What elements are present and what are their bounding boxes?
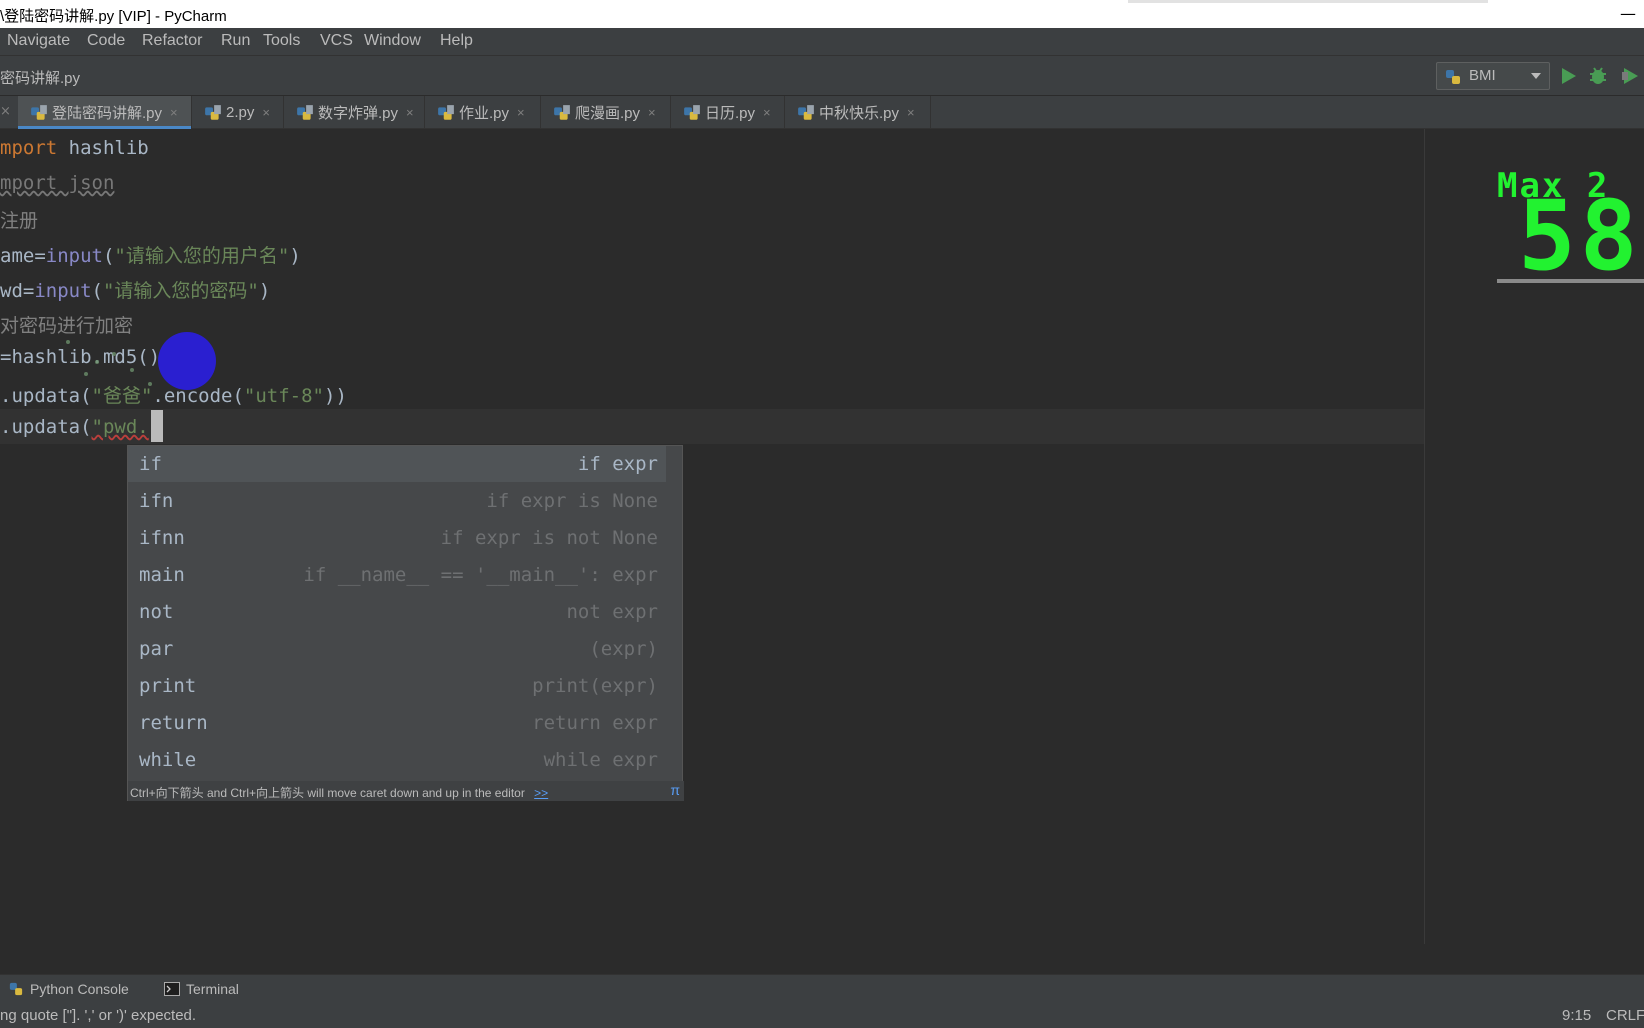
tab-日历[interactable]: 日历.py ×	[671, 96, 785, 129]
title-shadow	[1128, 0, 1488, 3]
tab-2[interactable]: 2.py ×	[192, 96, 284, 129]
tool-window-bar: Python Console Terminal	[0, 974, 1644, 1004]
code-line-7[interactable]: =hashlib.md5()	[0, 346, 160, 368]
tab-中秋快乐[interactable]: 中秋快乐.py ×	[785, 96, 931, 129]
tab-label: 作业.py	[459, 105, 510, 122]
tab-作业[interactable]: 作业.py ×	[425, 96, 541, 129]
code-line-5[interactable]: wd=input("请输入您的密码")	[0, 276, 270, 303]
run-icon[interactable]	[1558, 66, 1578, 86]
completion-item-not[interactable]: not not expr	[128, 594, 666, 630]
completion-item-return[interactable]: return return expr	[128, 705, 666, 741]
terminal-button[interactable]: Terminal	[164, 981, 239, 997]
python-file-icon	[31, 104, 47, 120]
text-caret	[151, 410, 163, 442]
completion-item-ifnn[interactable]: ifnn if expr is not None	[128, 520, 666, 556]
python-file-icon	[1446, 70, 1460, 84]
click-sparkle	[148, 382, 152, 386]
click-sparkle	[112, 352, 116, 356]
code-line-2[interactable]: mport json	[0, 172, 114, 194]
tab-数字炸弹[interactable]: 数字炸弹.py ×	[284, 96, 425, 129]
click-sparkle	[95, 360, 99, 364]
completion-item-par[interactable]: par (expr)	[128, 631, 666, 667]
editor-tab-bar: × 登陆密码讲解.py × 2.py × 数字炸弹.py × 作业.py × 爬…	[0, 96, 1644, 129]
menu-bar: Navigate Code Refactor Run Tools VCS Win…	[0, 28, 1644, 56]
menu-navigate[interactable]: Navigate	[7, 32, 70, 50]
python-file-icon	[798, 104, 814, 120]
tab-close-icon[interactable]: ×	[0, 104, 11, 119]
terminal-icon	[164, 982, 180, 996]
right-margin-guide	[1424, 129, 1425, 944]
debug-icon[interactable]	[1588, 66, 1608, 86]
pi-icon[interactable]: π	[670, 782, 680, 798]
code-line-1[interactable]: mport hashlib	[0, 137, 149, 159]
click-sparkle	[84, 372, 88, 376]
python-file-icon	[554, 104, 570, 120]
python-file-icon	[438, 104, 454, 120]
click-sparkle	[130, 368, 134, 372]
completion-hint-text: Ctrl+向下箭头 and Ctrl+向上箭头 will move caret …	[130, 786, 525, 800]
tab-爬漫画[interactable]: 爬漫画.py ×	[541, 96, 671, 129]
close-icon[interactable]: ×	[406, 105, 414, 120]
python-file-icon	[205, 104, 221, 120]
completion-item-main[interactable]: main if __name__ == '__main__': expr	[128, 557, 666, 593]
completion-hint: Ctrl+向下箭头 and Ctrl+向上箭头 will move caret …	[128, 781, 684, 801]
python-file-icon	[684, 104, 700, 120]
click-sparkle	[66, 340, 70, 344]
completion-item-if[interactable]: if if expr	[128, 446, 666, 482]
breadcrumb[interactable]: 密码讲解.py	[0, 67, 80, 88]
navigation-bar: 密码讲解.py BMI	[0, 56, 1644, 96]
tab-label: 登陆密码讲解.py	[52, 105, 163, 122]
close-icon[interactable]: ×	[170, 105, 178, 120]
close-icon[interactable]: ×	[262, 105, 270, 120]
run-config-selector[interactable]: BMI	[1436, 62, 1550, 90]
title-bar: \登陆密码讲解.py [VIP] - PyCharm —	[0, 0, 1644, 28]
window-title: \登陆密码讲解.py [VIP] - PyCharm	[0, 8, 227, 25]
mouse-cursor-highlight	[158, 332, 216, 390]
python-console-button[interactable]: Python Console	[8, 981, 129, 997]
code-line-6[interactable]: 对密码进行加密	[0, 311, 133, 338]
code-line-4[interactable]: ame=input("请输入您的用户名")	[0, 241, 301, 268]
overlay-score: 58	[1518, 180, 1642, 292]
caret-position[interactable]: 9:15	[1562, 1007, 1591, 1024]
tab-label: 日历.py	[705, 105, 756, 122]
overlay-underline	[1497, 279, 1644, 283]
caret-row-highlight	[0, 409, 1424, 444]
close-icon[interactable]: ×	[648, 105, 656, 120]
completion-item-print[interactable]: print print(expr)	[128, 668, 666, 704]
tab-label: 数字炸弹.py	[318, 105, 399, 122]
menu-code[interactable]: Code	[87, 32, 125, 50]
menu-vcs[interactable]: VCS	[320, 32, 353, 50]
tab-label: 中秋快乐.py	[819, 105, 900, 122]
menu-run[interactable]: Run	[221, 32, 250, 50]
code-line-9[interactable]: .updata("pwd.	[0, 416, 149, 438]
postfix-completion-popup: if if expr ifn if expr is None ifnn if expr…	[127, 445, 684, 801]
code-line-3[interactable]: 注册	[0, 206, 38, 233]
tab-登陆密码讲解[interactable]: 登陆密码讲解.py ×	[18, 96, 192, 129]
python-console-icon	[9, 982, 23, 996]
tab-label: 2.py	[226, 104, 255, 121]
menu-refactor[interactable]: Refactor	[142, 32, 202, 50]
status-bar: ng quote ["]. ',' or ')' expected. 9:15 …	[0, 1004, 1644, 1028]
minimize-button[interactable]: —	[1612, 4, 1644, 24]
menu-window[interactable]: Window	[364, 32, 421, 50]
menu-tools[interactable]: Tools	[263, 32, 300, 50]
line-ending[interactable]: CRLF	[1606, 1007, 1644, 1024]
menu-help[interactable]: Help	[440, 32, 473, 50]
python-file-icon	[297, 104, 313, 120]
chevron-down-icon	[1531, 73, 1541, 79]
close-icon[interactable]: ×	[517, 105, 525, 120]
tab-label: 爬漫画.py	[575, 105, 641, 122]
completion-item-ifn[interactable]: ifn if expr is None	[128, 483, 666, 519]
status-message: ng quote ["]. ',' or ')' expected.	[0, 1007, 197, 1024]
hint-more-link[interactable]: >>	[534, 786, 548, 800]
close-icon[interactable]: ×	[907, 105, 915, 120]
close-icon[interactable]: ×	[763, 105, 771, 120]
coverage-icon[interactable]	[1620, 66, 1640, 86]
completion-item-while[interactable]: while while expr	[128, 742, 666, 778]
run-config-label: BMI	[1469, 67, 1496, 84]
